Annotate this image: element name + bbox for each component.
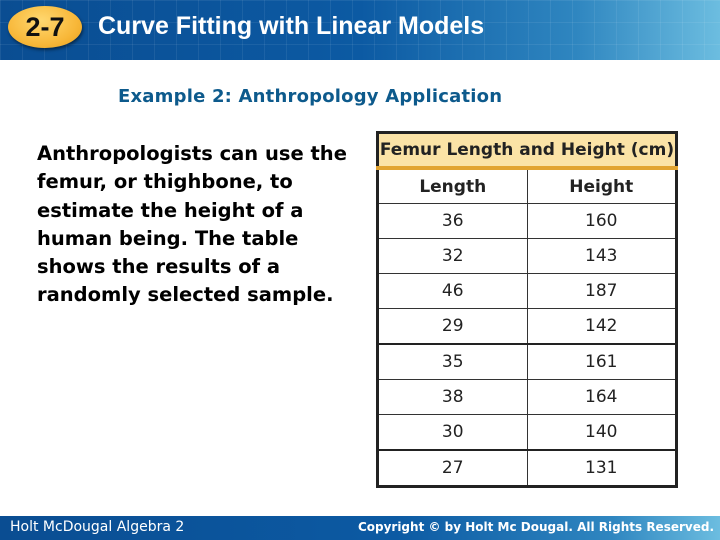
table-row: 35 161 [377,344,677,380]
lesson-badge: 2-7 [8,6,82,48]
footer-book-title: Holt McDougal Algebra 2 [10,519,185,535]
table-row: 29 142 [377,308,677,345]
height-cell: 160 [527,203,677,239]
length-cell: 46 [377,273,528,309]
length-cell: 27 [377,450,528,487]
table-row: 30 140 [377,414,677,451]
height-cell: 140 [527,414,677,451]
table-row: 36 160 [377,203,677,239]
column-header-length: Length [377,168,528,204]
footer-copyright: Copyright © by Holt Mc Dougal. All Right… [357,520,714,534]
height-cell: 142 [527,308,677,345]
table-row: 46 187 [377,273,677,309]
table-row: 27 131 [377,450,677,487]
length-cell: 29 [377,308,528,345]
length-cell: 38 [377,379,528,415]
table-row: 38 164 [377,379,677,415]
table-caption: Femur Length and Height (cm) [377,132,677,170]
length-cell: 36 [377,203,528,239]
height-cell: 161 [527,344,677,380]
lesson-title: Curve Fitting with Linear Models [98,12,485,40]
slide-header: 2-7 Curve Fitting with Linear Models [0,0,720,60]
column-header-height: Height [527,168,677,204]
height-cell: 187 [527,273,677,309]
slide-footer: Holt McDougal Algebra 2 Copyright © by H… [0,516,720,540]
length-cell: 32 [377,238,528,274]
height-cell: 164 [527,379,677,415]
height-cell: 131 [527,450,677,487]
length-cell: 30 [377,414,528,451]
problem-text: Anthropologists can use the femur, or th… [37,142,347,307]
table-row: 32 143 [377,238,677,274]
height-cell: 143 [527,238,677,274]
example-title: Example 2: Anthropology Application [118,86,503,107]
length-cell: 35 [377,344,528,380]
femur-height-table: Femur Length and Height (cm) Length Heig… [376,131,678,488]
